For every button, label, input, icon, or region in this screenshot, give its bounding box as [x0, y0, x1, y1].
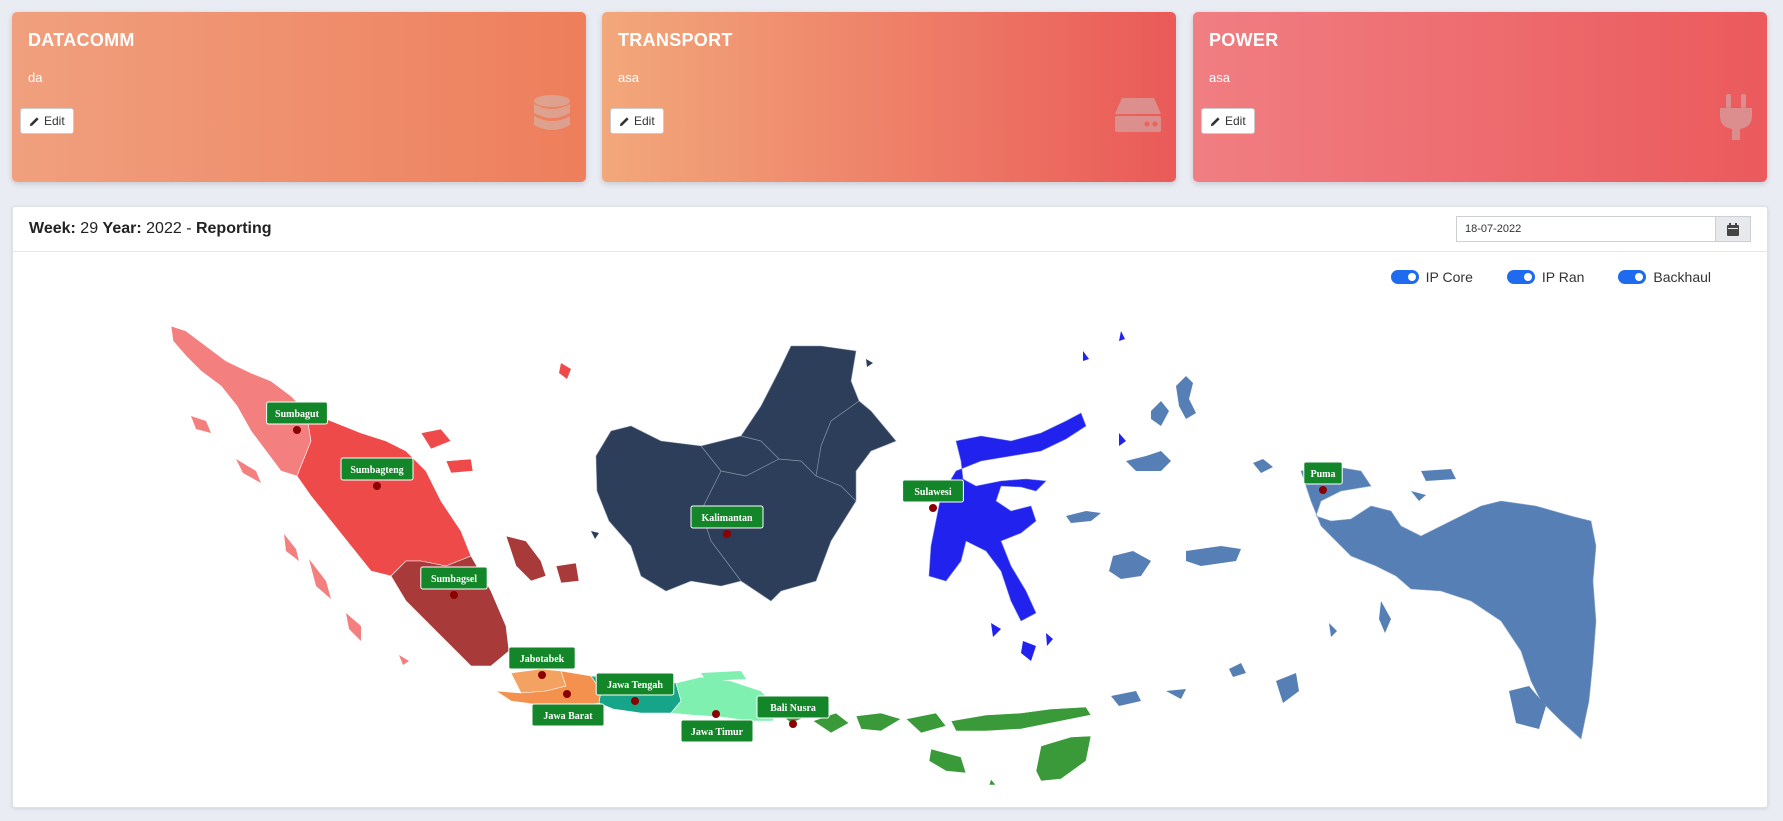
date-picker[interactable] [1456, 216, 1751, 242]
pencil-icon [29, 116, 39, 126]
datacomm-card: DATACOMM da Edit [12, 12, 586, 182]
date-input[interactable] [1456, 216, 1715, 242]
region-sulawesi[interactable] [928, 412, 1087, 622]
region-sumbagut[interactable] [170, 325, 312, 477]
transport-card: TRANSPORT asa Edit [602, 12, 1176, 182]
sulawesi-islands [991, 331, 1126, 661]
region-marker-dot[interactable] [538, 671, 546, 679]
card-title: TRANSPORT [618, 30, 733, 50]
edit-label: Edit [44, 114, 65, 128]
region-marker-dot[interactable] [293, 426, 301, 434]
reporting-panel: Week: 29 Year: 2022 - Reporting IP Core … [12, 206, 1768, 808]
region-label[interactable]: Jawa Barat [543, 711, 593, 722]
week-value: 29 [80, 220, 99, 237]
region-marker-dot[interactable] [373, 482, 381, 490]
year-value: 2022 [146, 220, 182, 237]
region-marker-dot[interactable] [450, 591, 458, 599]
database-icon [534, 95, 570, 130]
region-marker-dot[interactable] [631, 697, 639, 705]
region-label[interactable]: Sulawesi [914, 487, 951, 498]
region-label[interactable]: Sumbagut [275, 409, 320, 420]
edit-button[interactable]: Edit [610, 108, 664, 134]
region-label[interactable]: Jawa Timur [691, 727, 744, 738]
region-marker-dot[interactable] [929, 504, 937, 512]
region-puma[interactable] [1300, 465, 1597, 740]
region-label[interactable]: Puma [1311, 469, 1336, 480]
pencil-icon [1210, 116, 1220, 126]
card-title: DATACOMM [28, 30, 135, 50]
region-bangka[interactable] [505, 535, 580, 584]
sumatra-north-island [559, 363, 571, 379]
card-description: da [28, 70, 43, 85]
region-label[interactable]: Jabotabek [520, 654, 565, 665]
region-marker-dot[interactable] [712, 710, 720, 718]
region-marker-dot[interactable] [1319, 486, 1327, 494]
card-description: asa [618, 70, 639, 85]
region-bali-nusra[interactable] [775, 706, 1092, 786]
edit-label: Edit [634, 114, 655, 128]
region-marker-dot[interactable] [789, 720, 797, 728]
region-marker-dot[interactable] [723, 530, 731, 538]
calendar-icon [1727, 222, 1739, 236]
region-sumbagteng-islands[interactable] [420, 428, 474, 474]
pencil-icon [619, 116, 629, 126]
title-separator: - [186, 220, 192, 237]
region-label[interactable]: Jawa Tengah [607, 680, 663, 691]
region-label[interactable]: Sumbagsel [431, 574, 477, 585]
week-label: Week: [29, 220, 76, 237]
calendar-button[interactable] [1715, 216, 1751, 242]
year-label: Year: [102, 220, 142, 237]
plug-icon [1720, 94, 1752, 140]
edit-button[interactable]: Edit [1201, 108, 1255, 134]
region-marker-dot[interactable] [563, 690, 571, 698]
region-kalimantan[interactable] [595, 345, 897, 602]
hdd-icon [1115, 98, 1161, 132]
power-card: POWER asa Edit [1193, 12, 1767, 182]
report-title: Reporting [195, 220, 272, 237]
madura-island [701, 671, 746, 681]
panel-header: Week: 29 Year: 2022 - Reporting [13, 207, 1767, 252]
edit-button[interactable]: Edit [20, 108, 74, 134]
card-description: asa [1209, 70, 1230, 85]
region-label[interactable]: Kalimantan [701, 513, 753, 524]
region-label[interactable]: Bali Nusra [770, 703, 816, 714]
indonesia-map: Sumbagut Sumbagteng Sumbagsel Jabotabek Jawa… [170, 325, 1597, 786]
edit-label: Edit [1225, 114, 1246, 128]
card-title: POWER [1209, 30, 1279, 50]
region-label[interactable]: Sumbagteng [350, 465, 403, 476]
